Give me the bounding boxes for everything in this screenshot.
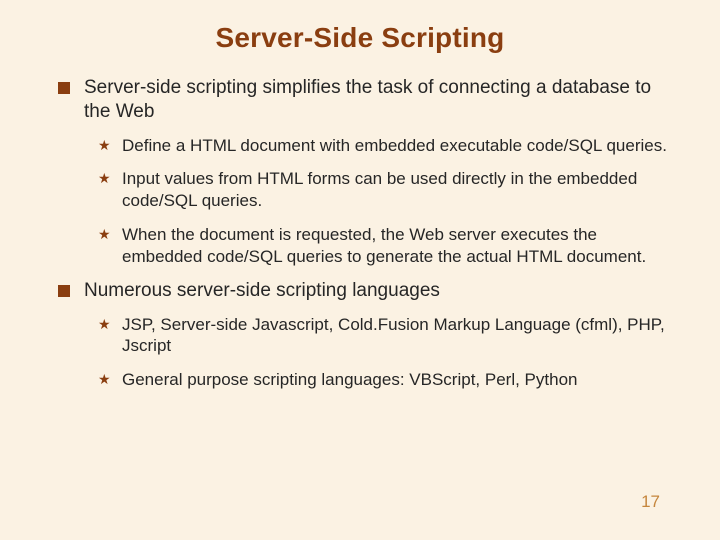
bullet-text: Server-side scripting simplifies the tas… bbox=[84, 77, 651, 122]
bullet-item: Server-side scripting simplifies the tas… bbox=[58, 76, 672, 267]
sub-item: General purpose scripting languages: VBS… bbox=[98, 369, 672, 391]
sub-list: JSP, Server-side Javascript, Cold.Fusion… bbox=[84, 314, 672, 391]
sub-item: Input values from HTML forms can be used… bbox=[98, 168, 672, 212]
page-number: 17 bbox=[641, 492, 660, 512]
slide-title: Server-Side Scripting bbox=[48, 22, 672, 54]
sub-item: JSP, Server-side Javascript, Cold.Fusion… bbox=[98, 314, 672, 358]
bullet-item: Numerous server-side scripting languages… bbox=[58, 279, 672, 391]
bullet-list: Server-side scripting simplifies the tas… bbox=[48, 76, 672, 391]
bullet-text: Numerous server-side scripting languages bbox=[84, 280, 440, 301]
sub-item: When the document is requested, the Web … bbox=[98, 224, 672, 268]
slide: Server-Side Scripting Server-side script… bbox=[0, 0, 720, 540]
sub-item: Define a HTML document with embedded exe… bbox=[98, 135, 672, 157]
sub-list: Define a HTML document with embedded exe… bbox=[84, 135, 672, 268]
